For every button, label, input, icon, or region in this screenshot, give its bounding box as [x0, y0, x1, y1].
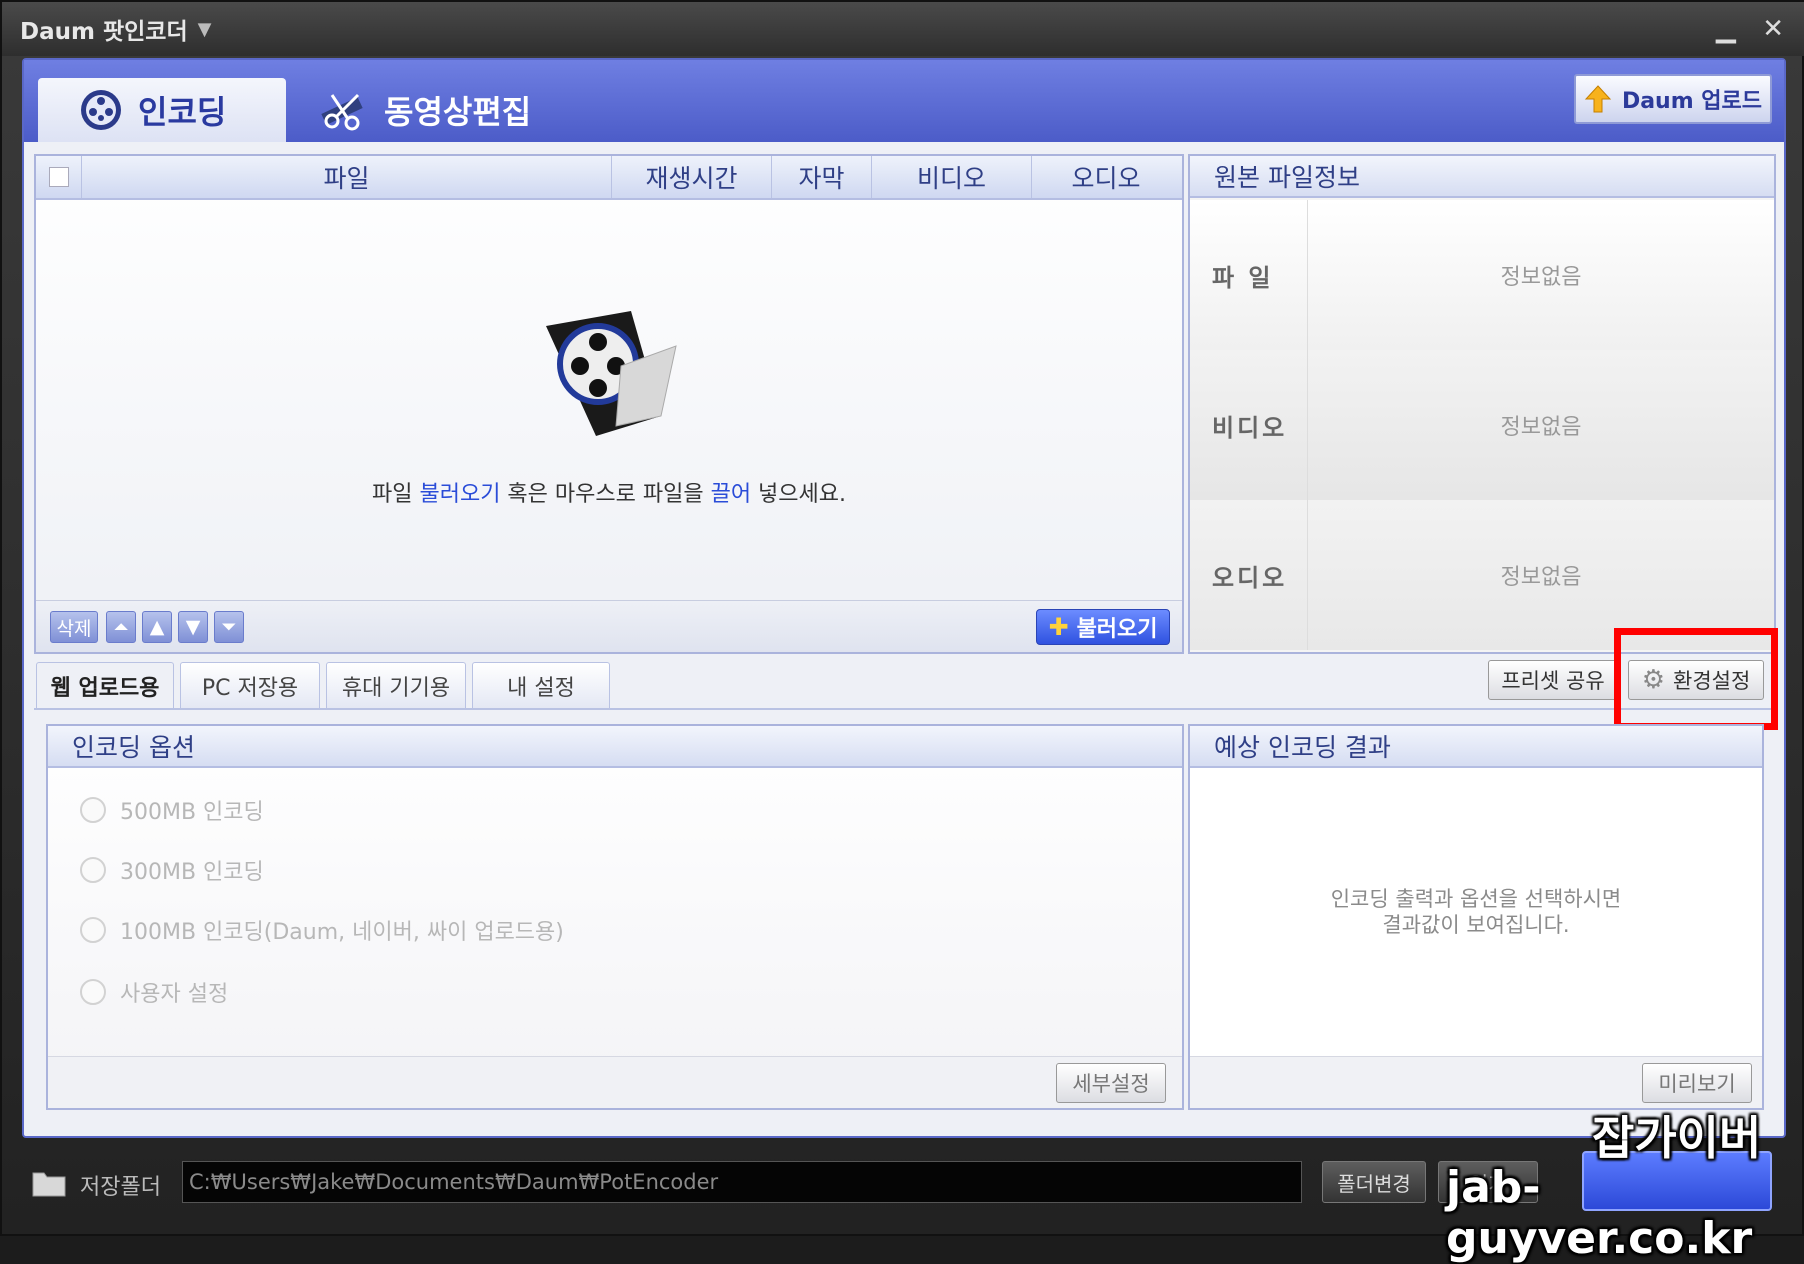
empty-list-hint: 파일 불러오기 혹은 마우스로 파일을 끌어 넣으세요.: [36, 476, 1182, 508]
col-duration[interactable]: 재생시간: [612, 156, 772, 198]
close-icon[interactable]: ✕: [1762, 14, 1784, 44]
minimize-icon[interactable]: ▁: [1716, 14, 1736, 44]
info-value-video: 정보없음: [1500, 415, 1582, 440]
watermark-url: jab-guyver.co.kr: [1446, 1162, 1753, 1264]
daum-upload-label: Daum 업로드: [1621, 89, 1763, 114]
option-custom[interactable]: 사용자 설정: [80, 976, 228, 1008]
list-toolbar: 삭제 ⏶ ▲ ▼ ⏷ ✚ 불러오기: [36, 600, 1182, 652]
move-bottom-icon[interactable]: ⏷: [214, 611, 244, 643]
main-tab-bar: 인코딩 동영상편집 Daum 업로드: [24, 60, 1784, 142]
select-all-checkbox[interactable]: [48, 167, 69, 187]
info-label-audio: 오디오: [1190, 500, 1308, 650]
tab-mobile[interactable]: 휴대 기기용: [326, 662, 466, 708]
tab-video-edit-label: 동영상편집: [384, 93, 532, 131]
move-up-icon[interactable]: ▲: [142, 611, 172, 643]
encode-options-title: 인코딩 옵션: [48, 726, 1182, 768]
col-subtitle[interactable]: 자막: [772, 156, 872, 198]
watermark-title: 잡가이버: [1592, 1111, 1762, 1165]
hint-text-2: 혹은 마우스로 파일을: [500, 482, 711, 507]
save-path-field[interactable]: C:₩Users₩Jake₩Documents₩Daum₩PotEncoder: [182, 1161, 1302, 1203]
tab-pc-save[interactable]: PC 저장용: [180, 662, 320, 708]
clapper-reel-icon: [546, 311, 677, 436]
encode-options-panel: 인코딩 옵션 500MB 인코딩 300MB 인코딩 100MB 인코딩(Dau…: [46, 724, 1184, 1110]
source-info-panel: 원본 파일정보 파 일 정보없음 비디오 정보없음 오디오 정보없음: [1188, 154, 1776, 654]
scissors-film-icon: [321, 93, 363, 131]
select-all-cell: [36, 156, 82, 198]
highlight-box: [1614, 628, 1778, 730]
option-label: 사용자 설정: [120, 982, 229, 1007]
col-audio[interactable]: 오디오: [1032, 156, 1180, 198]
window-title: Daum 팟인코더: [20, 19, 188, 45]
col-video[interactable]: 비디오: [872, 156, 1032, 198]
expected-result-message: 인코딩 출력과 옵션을 선택하시면 결과값이 보여집니다.: [1190, 886, 1762, 938]
option-100mb[interactable]: 100MB 인코딩(Daum, 네이버, 싸이 업로드용): [80, 914, 564, 946]
expected-result-title: 예상 인코딩 결과: [1190, 726, 1762, 768]
source-info-title: 원본 파일정보: [1190, 156, 1774, 198]
load-file-button[interactable]: ✚ 불러오기: [1036, 609, 1170, 645]
tab-encoding[interactable]: 인코딩: [38, 78, 286, 142]
radio-button[interactable]: [80, 917, 106, 943]
col-file[interactable]: 파일: [82, 156, 612, 198]
message-line-1: 인코딩 출력과 옵션을 선택하시면: [1330, 887, 1622, 911]
change-folder-button[interactable]: 폴더변경: [1322, 1161, 1426, 1203]
radio-button[interactable]: [80, 797, 106, 823]
expected-result-footer: 미리보기: [1190, 1056, 1762, 1108]
file-list-header: 파일 재생시간 자막 비디오 오디오: [36, 156, 1182, 200]
message-line-2: 결과값이 보여집니다.: [1382, 913, 1570, 937]
info-label-video: 비디오: [1190, 350, 1308, 500]
preset-tab-divider: [34, 708, 1774, 710]
radio-button[interactable]: [80, 857, 106, 883]
tab-encoding-label: 인코딩: [138, 93, 227, 131]
hint-text-3: 넣으세요.: [751, 482, 847, 507]
file-list-panel[interactable]: 파일 재생시간 자막 비디오 오디오 파일 불러오기 혹은 마우스로 파일을 끌…: [34, 154, 1184, 654]
info-value-audio: 정보없음: [1500, 565, 1582, 590]
expected-result-panel: 예상 인코딩 결과 인코딩 출력과 옵션을 선택하시면 결과값이 보여집니다. …: [1188, 724, 1764, 1110]
daum-upload-button[interactable]: Daum 업로드: [1574, 74, 1772, 124]
option-label: 300MB 인코딩: [120, 860, 264, 885]
info-row-video: 비디오 정보없음: [1190, 350, 1774, 500]
upload-arrow-icon: [1584, 85, 1612, 113]
option-label: 100MB 인코딩(Daum, 네이버, 싸이 업로드용): [120, 920, 564, 945]
detail-settings-button[interactable]: 세부설정: [1056, 1063, 1166, 1103]
plus-icon: ✚: [1048, 613, 1069, 641]
info-label-file: 파 일: [1190, 200, 1308, 350]
move-top-icon[interactable]: ⏶: [106, 611, 136, 643]
preset-share-button[interactable]: 프리셋 공유: [1488, 660, 1618, 700]
folder-icon: [32, 1172, 66, 1197]
hint-drag-link: 끌어: [710, 482, 752, 507]
main-frame: 인코딩 동영상편집 Daum 업로드 파일 재생시간 자막 비디오 오디오 파일…: [22, 58, 1786, 1138]
tab-video-edit[interactable]: 동영상편집: [304, 78, 531, 142]
hint-text-1: 파일: [371, 482, 420, 507]
encode-options-footer: 세부설정: [48, 1056, 1182, 1108]
save-folder-label: 저장폴더: [80, 1175, 161, 1200]
menu-dropdown-icon[interactable]: ▼: [198, 19, 212, 40]
film-reel-icon: [81, 90, 121, 130]
move-down-icon[interactable]: ▼: [178, 611, 208, 643]
delete-button[interactable]: 삭제: [50, 611, 98, 643]
info-value-file: 정보없음: [1500, 265, 1582, 290]
preview-button[interactable]: 미리보기: [1642, 1063, 1752, 1103]
option-300mb[interactable]: 300MB 인코딩: [80, 854, 264, 886]
load-file-label: 불러오기: [1076, 617, 1158, 642]
option-label: 500MB 인코딩: [120, 800, 264, 825]
info-row-file: 파 일 정보없음: [1190, 200, 1774, 350]
tab-web-upload[interactable]: 웹 업로드용: [36, 662, 174, 708]
hint-load-link[interactable]: 불러오기: [419, 482, 500, 507]
radio-button[interactable]: [80, 979, 106, 1005]
app-window: Daum 팟인코더 ▼ ▁ ✕ 인코딩 동영상편집 Daum 업로드 파일 재생…: [0, 0, 1804, 1264]
option-500mb[interactable]: 500MB 인코딩: [80, 794, 264, 826]
title-bar: Daum 팟인코더 ▼ ▁ ✕: [2, 2, 1804, 56]
tab-my-settings[interactable]: 내 설정: [472, 662, 610, 708]
